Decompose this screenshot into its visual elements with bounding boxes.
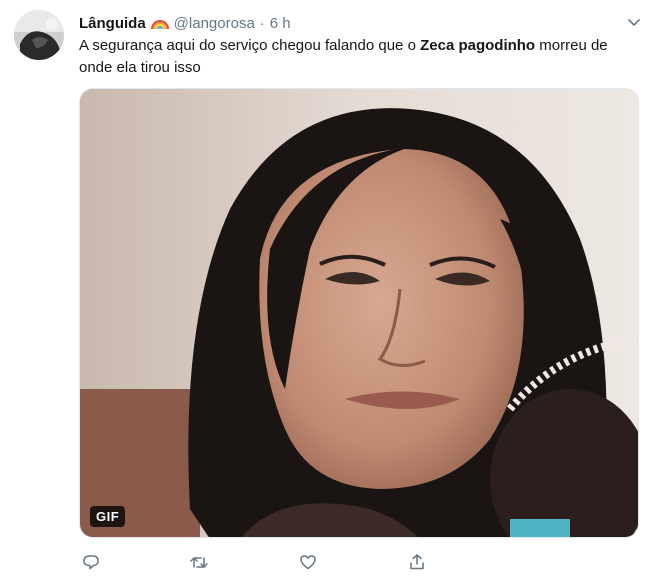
like-icon[interactable] [298,552,318,572]
avatar-image [14,10,64,60]
reply-icon[interactable] [81,552,101,572]
rainbow-icon [150,16,169,30]
retweet-icon[interactable] [189,552,209,572]
tweet-text-start: A segurança aqui do serviço chegou falan… [79,37,421,54]
tweet-actions [79,552,639,576]
share-icon[interactable] [407,552,427,572]
gif-image [80,89,638,537]
timestamp[interactable]: 6 h [270,15,291,32]
display-name[interactable]: Lânguida [79,15,146,32]
gif-media[interactable]: GIF [79,88,639,538]
separator-dot: · [259,14,265,32]
tweet[interactable]: Lânguida @langorosa · 6 h A segurança aq… [0,0,662,585]
tweet-text-bold: Zeca pagodinho [420,37,536,54]
gif-badge: GIF [90,506,126,527]
avatar[interactable] [14,10,64,60]
chevron-down-icon[interactable] [626,14,642,30]
tweet-text: A segurança aqui do serviço chegou falan… [79,35,639,79]
user-handle[interactable]: @langorosa [174,15,255,32]
tweet-header: Lânguida @langorosa · 6 h [79,12,291,34]
